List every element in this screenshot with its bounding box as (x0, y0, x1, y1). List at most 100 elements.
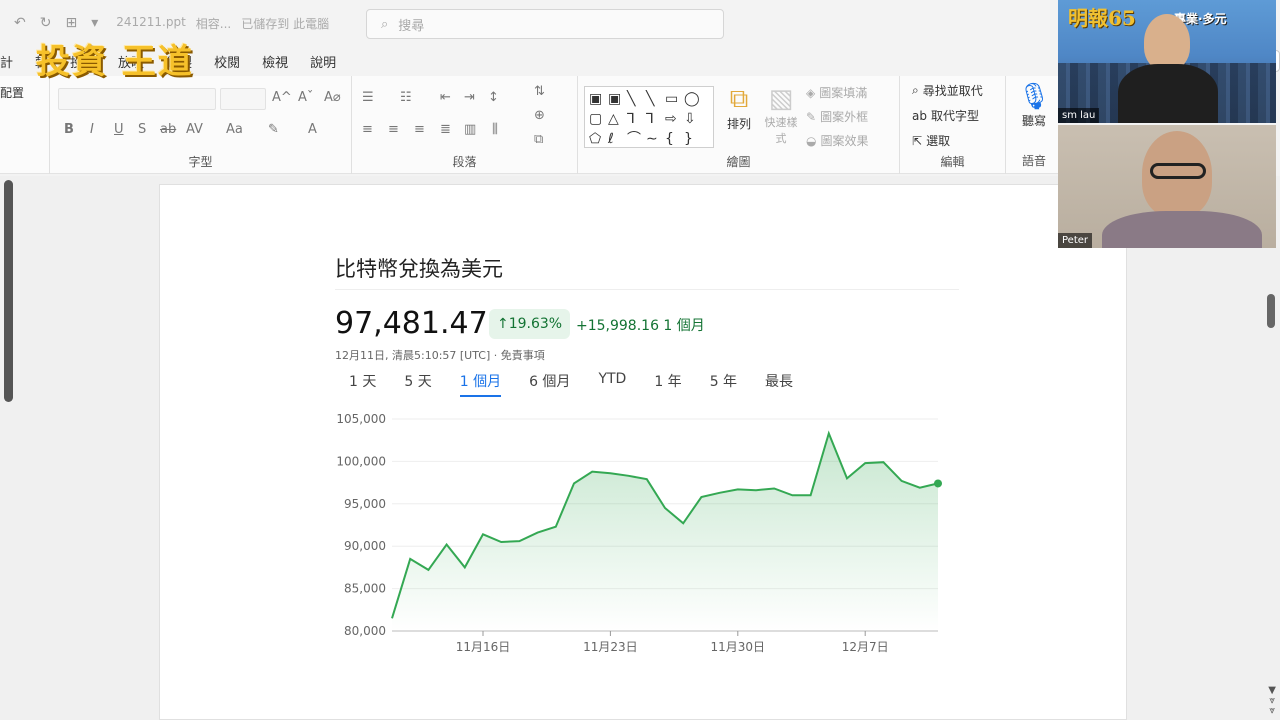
tab-design[interactable]: 計 (0, 52, 13, 71)
elbow-shape-icon[interactable]: ⅂ (627, 109, 646, 129)
range-tab-ytd[interactable]: YTD (598, 371, 626, 397)
align-center-icon[interactable]: ≡ (388, 122, 399, 137)
curve-shape-icon[interactable]: ∼ (646, 129, 665, 149)
bold-icon[interactable]: B (64, 122, 74, 137)
y-tick-label: 90,000 (344, 539, 386, 553)
video-tile-sm-lau[interactable]: 明報65 專業·多元 sm lau (1058, 0, 1276, 123)
shape-fill-button[interactable]: ◈ 圖案填滿 (806, 84, 867, 101)
pen-icon: ✎ (806, 109, 817, 124)
italic-icon[interactable]: I (90, 122, 94, 137)
distributed-icon[interactable]: ▥ (464, 122, 476, 137)
undo-icon[interactable]: ↶ (14, 15, 26, 31)
align-right-icon[interactable]: ≡ (414, 122, 425, 137)
tab-review[interactable]: 校閱 (214, 52, 240, 71)
underline-icon[interactable]: U (114, 122, 124, 137)
quick-style-button[interactable]: ▧ 快速樣式 (760, 84, 802, 146)
font-color-icon[interactable]: A (308, 122, 317, 137)
elbow2-shape-icon[interactable]: ⅂ (646, 109, 665, 129)
font-size-select[interactable] (220, 88, 266, 110)
channel-logo: 投資 王道 (36, 42, 194, 82)
replace-icon: ab (912, 108, 927, 123)
microphone-icon: 🎙 (1017, 82, 1051, 112)
price-chart[interactable]: 80,000 85,000 90,000 95,000 100,000 105,000 11… (330, 403, 950, 663)
rounded-rect-shape-icon[interactable]: ▢ (589, 109, 608, 129)
line-spacing-icon[interactable]: ↕ (488, 90, 499, 105)
find-replace-button[interactable]: ⌕ 尋找並取代 (912, 82, 983, 99)
customize-icon[interactable]: ▾ (91, 15, 98, 31)
align-text-icon[interactable]: ⊕ (534, 108, 545, 123)
shadow-icon[interactable]: S (138, 122, 146, 137)
shape-effects-button[interactable]: ◒ 圖案效果 (806, 132, 869, 149)
textbox-shape-icon[interactable]: ▣ (589, 89, 608, 109)
layout-dropdown[interactable]: 配置 (0, 84, 24, 101)
line-shape-icon[interactable]: ╲ (627, 89, 646, 109)
dictate-button[interactable]: 🎙 聽寫 (1014, 82, 1054, 129)
range-tab-1d[interactable]: 1 天 (349, 371, 376, 397)
search-placeholder: 搜尋 (398, 18, 425, 34)
increase-indent-icon[interactable]: ⇥ (464, 90, 475, 105)
text-direction-icon[interactable]: ⇅ (534, 84, 545, 99)
brace-left-shape-icon[interactable]: { (665, 129, 684, 149)
divider (335, 289, 959, 290)
justify-icon[interactable]: ≣ (440, 122, 451, 137)
glasses-icon (1150, 163, 1206, 179)
arc-shape-icon[interactable]: ⌒ (627, 129, 646, 149)
range-tab-5y[interactable]: 5 年 (710, 371, 737, 397)
smartart-icon[interactable]: ⧉ (534, 132, 543, 147)
layout-group: 配置 (0, 76, 50, 174)
freeform-shape-icon[interactable]: ℓ (608, 129, 627, 149)
brace-right-shape-icon[interactable]: } (684, 129, 703, 149)
char-spacing-icon[interactable]: AV (186, 122, 203, 137)
redo-icon[interactable]: ↻ (40, 15, 52, 31)
thumbnail-scrollbar[interactable] (4, 180, 13, 402)
align-left-icon[interactable]: ≡ (362, 122, 373, 137)
tab-help[interactable]: 說明 (310, 52, 336, 71)
bullets-icon[interactable]: ☰ (362, 90, 374, 105)
range-tab-max[interactable]: 最長 (765, 371, 793, 397)
columns-icon[interactable]: ⫼ (492, 122, 498, 137)
arrange-button[interactable]: ⧉ 排列 (722, 84, 756, 132)
line2-shape-icon[interactable]: ╲ (646, 89, 665, 109)
find-icon: ⌕ (912, 83, 919, 97)
clear-format-icon[interactable]: A⌀ (324, 90, 341, 105)
arrange-icon: ⧉ (729, 84, 749, 114)
range-tab-1m[interactable]: 1 個月 (459, 371, 502, 397)
range-tab-6m[interactable]: 6 個月 (529, 371, 570, 397)
vtextbox-shape-icon[interactable]: ▣ (608, 89, 627, 109)
decrease-indent-icon[interactable]: ⇤ (440, 90, 451, 105)
rect-shape-icon[interactable]: ▭ (665, 89, 684, 109)
range-tab-5d[interactable]: 5 天 (404, 371, 431, 397)
scroll-down-icon[interactable]: ▼ ⩔ ⩔ (1268, 686, 1276, 716)
grow-font-icon[interactable]: A^ (272, 90, 292, 105)
strikethrough-icon[interactable]: ab (160, 122, 176, 137)
replace-font-button[interactable]: ab 取代字型 (912, 107, 979, 124)
y-tick-label: 100,000 (336, 454, 386, 468)
change-case-icon[interactable]: Aa (226, 122, 243, 137)
slide-scrollbar[interactable] (1267, 294, 1275, 328)
present-icon[interactable]: ⊞ (65, 15, 77, 31)
save-status[interactable]: 已儲存到 此電腦 (241, 15, 329, 32)
shrink-font-icon[interactable]: Aˇ (298, 90, 313, 105)
select-button[interactable]: ⇱ 選取 (912, 132, 950, 149)
current-price: 97,481.47 (335, 306, 488, 341)
highlight-icon[interactable]: ✎ (268, 122, 279, 137)
paragraph-group: ☰ ☷ ⇤ ⇥ ↕ ⇅ ⊕ ⧉ ≡ ≡ ≡ ≣ ▥ ⫼ 段落 (352, 76, 578, 174)
oval-shape-icon[interactable]: ◯ (684, 89, 703, 109)
current-point (934, 479, 942, 488)
numbering-icon[interactable]: ☷ (400, 90, 412, 105)
down-arrow-shape-icon[interactable]: ⇩ (684, 109, 703, 129)
shapes-gallery[interactable]: ▣ ▣ ╲ ╲ ▭ ◯ ▢ △ ⅂ ⅂ ⇨ ⇩ ⬠ ℓ ⌒ ∼ { } (584, 86, 714, 148)
replace-font-label: 取代字型 (930, 109, 979, 123)
slide[interactable]: 比特幣兌換為美元 97,481.47 ↑19.63% +15,998.16 1 … (159, 184, 1127, 720)
shape-outline-button[interactable]: ✎ 圖案外框 (806, 108, 868, 125)
triangle-shape-icon[interactable]: △ (608, 109, 627, 129)
video-tile-peter[interactable]: Peter (1058, 125, 1276, 248)
tab-view[interactable]: 檢視 (262, 52, 288, 71)
range-tab-1y[interactable]: 1 年 (654, 371, 681, 397)
search-input[interactable]: ⌕ 搜尋 (366, 9, 724, 39)
y-tick-label: 95,000 (344, 497, 386, 511)
x-tick-label: 11月16日 (456, 640, 511, 654)
right-arrow-shape-icon[interactable]: ⇨ (665, 109, 684, 129)
font-name-select[interactable] (58, 88, 216, 110)
flowchart-shape-icon[interactable]: ⬠ (589, 129, 608, 149)
